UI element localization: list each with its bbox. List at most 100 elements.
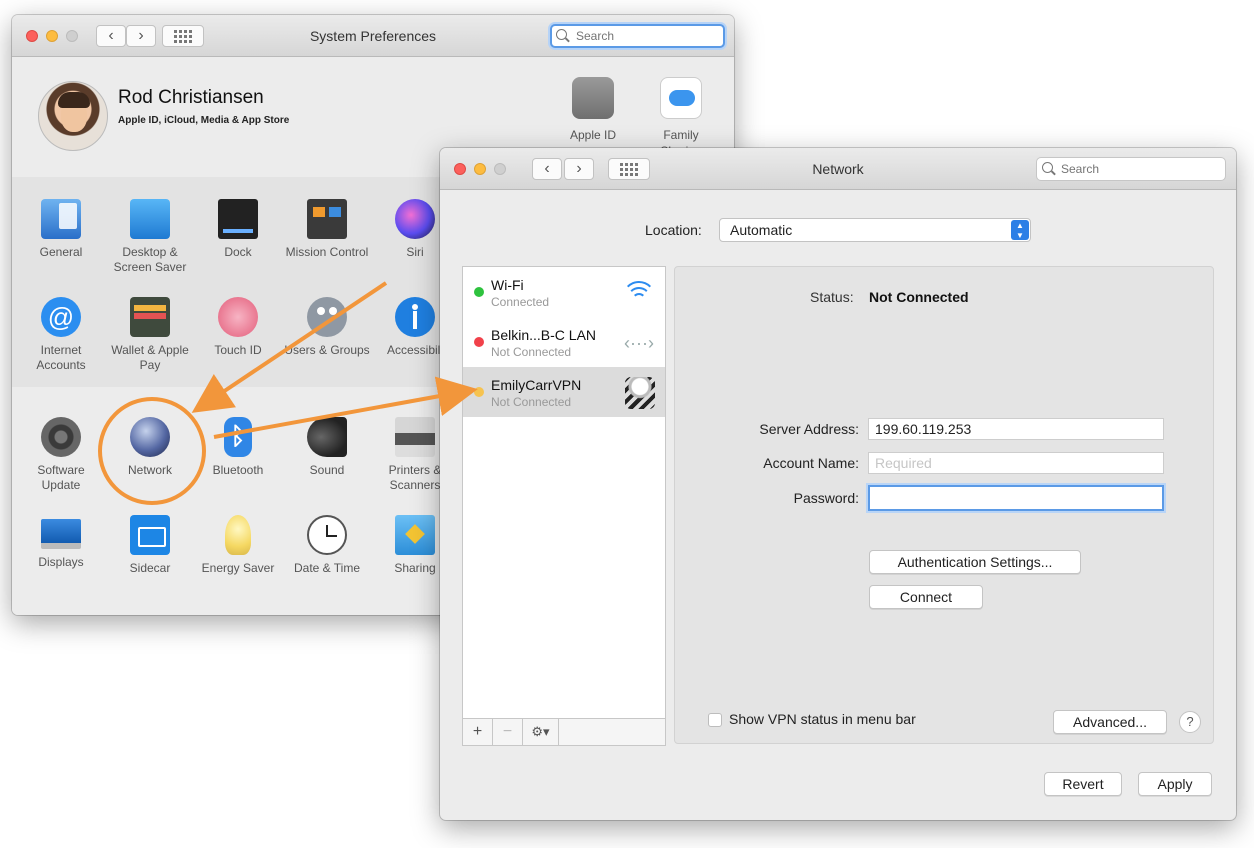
updown-chevron-icon: ▲ ▼ — [1011, 220, 1029, 240]
pref-label: Desktop & Screen Saver — [113, 245, 187, 274]
server-address-label: Server Address: — [759, 421, 859, 437]
pref-energy-saver[interactable]: Energy Saver — [194, 515, 282, 576]
pref-label: Touch ID — [214, 343, 262, 357]
pref-label: Mission Control — [285, 245, 369, 259]
pref-label: Dock — [224, 245, 252, 259]
siri-icon — [395, 199, 435, 239]
search-input[interactable] — [550, 24, 725, 48]
password-input[interactable] — [868, 485, 1164, 511]
gear-icon: ⚙▾ — [531, 724, 550, 739]
pref-sound[interactable]: Sound — [283, 417, 371, 478]
show-vpn-status-label: Show VPN status in menu bar — [729, 711, 916, 727]
pref-sidecar[interactable]: Sidecar — [106, 515, 194, 576]
location-value: Automatic — [730, 222, 793, 238]
pref-label: Software Update — [37, 463, 85, 492]
accessibility-icon — [395, 297, 435, 337]
users-icon — [307, 297, 347, 337]
apply-button[interactable]: Apply — [1138, 772, 1212, 796]
vpn-lock-icon — [625, 377, 655, 409]
avatar[interactable] — [38, 81, 108, 151]
pref-label: Sidecar — [129, 561, 171, 575]
mission-control-icon — [307, 199, 347, 239]
pref-touch-id[interactable]: Touch ID — [194, 297, 282, 358]
pref-desktop-screen-saver[interactable]: Desktop & Screen Saver — [106, 199, 194, 275]
wifi-icon — [621, 277, 657, 309]
account-name-label: Account Name: — [763, 455, 859, 471]
vpn-detail-pane: Status: Not Connected Server Address: Ac… — [674, 266, 1214, 744]
service-list: Wi-Fi Connected Belkin...B-C LAN Not Con… — [462, 266, 666, 746]
ethernet-icon: ‹···› — [624, 333, 654, 353]
pref-label: Energy Saver — [201, 561, 275, 575]
network-titlebar: ‹ › Network — [440, 148, 1236, 190]
lightbulb-icon — [225, 515, 251, 555]
status-dot — [474, 387, 484, 397]
dock-icon — [218, 199, 258, 239]
general-icon — [41, 199, 81, 239]
pref-internet-accounts[interactable]: @ Internet Accounts — [17, 297, 105, 373]
status-dot — [474, 287, 484, 297]
pref-software-update[interactable]: Software Update — [17, 417, 105, 493]
apple-icon — [572, 77, 614, 119]
user-subtitle: Apple ID, iCloud, Media & App Store — [118, 115, 290, 126]
pref-general[interactable]: General — [17, 199, 105, 260]
monitor-icon — [41, 519, 81, 549]
sysprefs-titlebar: ‹ › System Preferences — [12, 15, 734, 57]
search-input[interactable] — [1036, 157, 1226, 181]
revert-button[interactable]: Revert — [1044, 772, 1122, 796]
folder-icon — [395, 515, 435, 555]
service-name: Belkin...B-C LAN — [491, 327, 597, 343]
speaker-icon — [307, 417, 347, 457]
status-dot — [474, 337, 484, 347]
pref-dock[interactable]: Dock — [194, 199, 282, 260]
service-item-belkin-lan[interactable]: Belkin...B-C LAN Not Connected ‹···› — [463, 317, 665, 367]
at-icon: @ — [41, 297, 81, 337]
remove-service-button[interactable]: − — [493, 719, 523, 745]
service-item-wifi[interactable]: Wi-Fi Connected — [463, 267, 665, 317]
pref-displays[interactable]: Displays — [17, 515, 105, 570]
location-label: Location: — [645, 222, 702, 238]
authentication-settings-button[interactable]: Authentication Settings... — [869, 550, 1081, 574]
pref-label: Internet Accounts — [36, 343, 86, 372]
service-item-emilycarrvpn[interactable]: EmilyCarrVPN Not Connected — [463, 367, 665, 417]
account-name-input[interactable] — [868, 452, 1164, 474]
add-service-button[interactable]: + — [463, 719, 493, 745]
pref-bluetooth[interactable]: ᛒ Bluetooth — [194, 417, 282, 478]
password-label: Password: — [793, 490, 859, 506]
status-value: Not Connected — [869, 289, 969, 305]
service-status: Not Connected — [491, 345, 572, 359]
family-sharing-pref[interactable]: Family Sharing — [636, 77, 726, 159]
pref-label: Users & Groups — [284, 343, 370, 357]
pref-label: Bluetooth — [212, 463, 264, 477]
pref-network[interactable]: Network — [106, 417, 194, 478]
pref-wallet-apple-pay[interactable]: Wallet & Apple Pay — [106, 297, 194, 373]
bluetooth-icon: ᛒ — [224, 417, 252, 457]
show-vpn-status-checkbox[interactable] — [708, 713, 722, 727]
pref-date-time[interactable]: Date & Time — [283, 515, 371, 576]
advanced-button[interactable]: Advanced... — [1053, 710, 1167, 734]
status-label: Status: — [810, 289, 854, 305]
server-address-input[interactable] — [868, 418, 1164, 440]
service-actions-button[interactable]: ⚙▾ — [523, 719, 559, 745]
pref-label: Wallet & Apple Pay — [111, 343, 189, 372]
pref-label: General — [39, 245, 83, 259]
pref-label: Displays — [38, 555, 84, 569]
network-window: ‹ › Network Location: Automatic ▲▼ Wi-Fi… — [440, 148, 1236, 820]
service-list-footer: + − ⚙▾ — [462, 718, 666, 746]
sidecar-icon — [130, 515, 170, 555]
wallet-icon — [130, 297, 170, 337]
pref-users-groups[interactable]: Users & Groups — [283, 297, 371, 358]
pref-label: Apple ID — [569, 128, 617, 142]
connect-button[interactable]: Connect — [869, 585, 983, 609]
desktop-icon — [130, 199, 170, 239]
service-status: Not Connected — [491, 395, 572, 409]
fingerprint-icon — [218, 297, 258, 337]
family-sharing-icon — [660, 77, 702, 119]
globe-icon — [130, 417, 170, 457]
service-name: Wi-Fi — [491, 277, 524, 293]
pref-mission-control[interactable]: Mission Control — [283, 199, 371, 260]
pref-label: Sound — [309, 463, 345, 477]
location-select[interactable]: Automatic ▲ ▼ — [719, 218, 1031, 242]
help-button[interactable]: ? — [1179, 711, 1201, 733]
pref-label: Network — [127, 463, 172, 477]
apple-id-pref[interactable]: Apple ID — [548, 77, 638, 143]
